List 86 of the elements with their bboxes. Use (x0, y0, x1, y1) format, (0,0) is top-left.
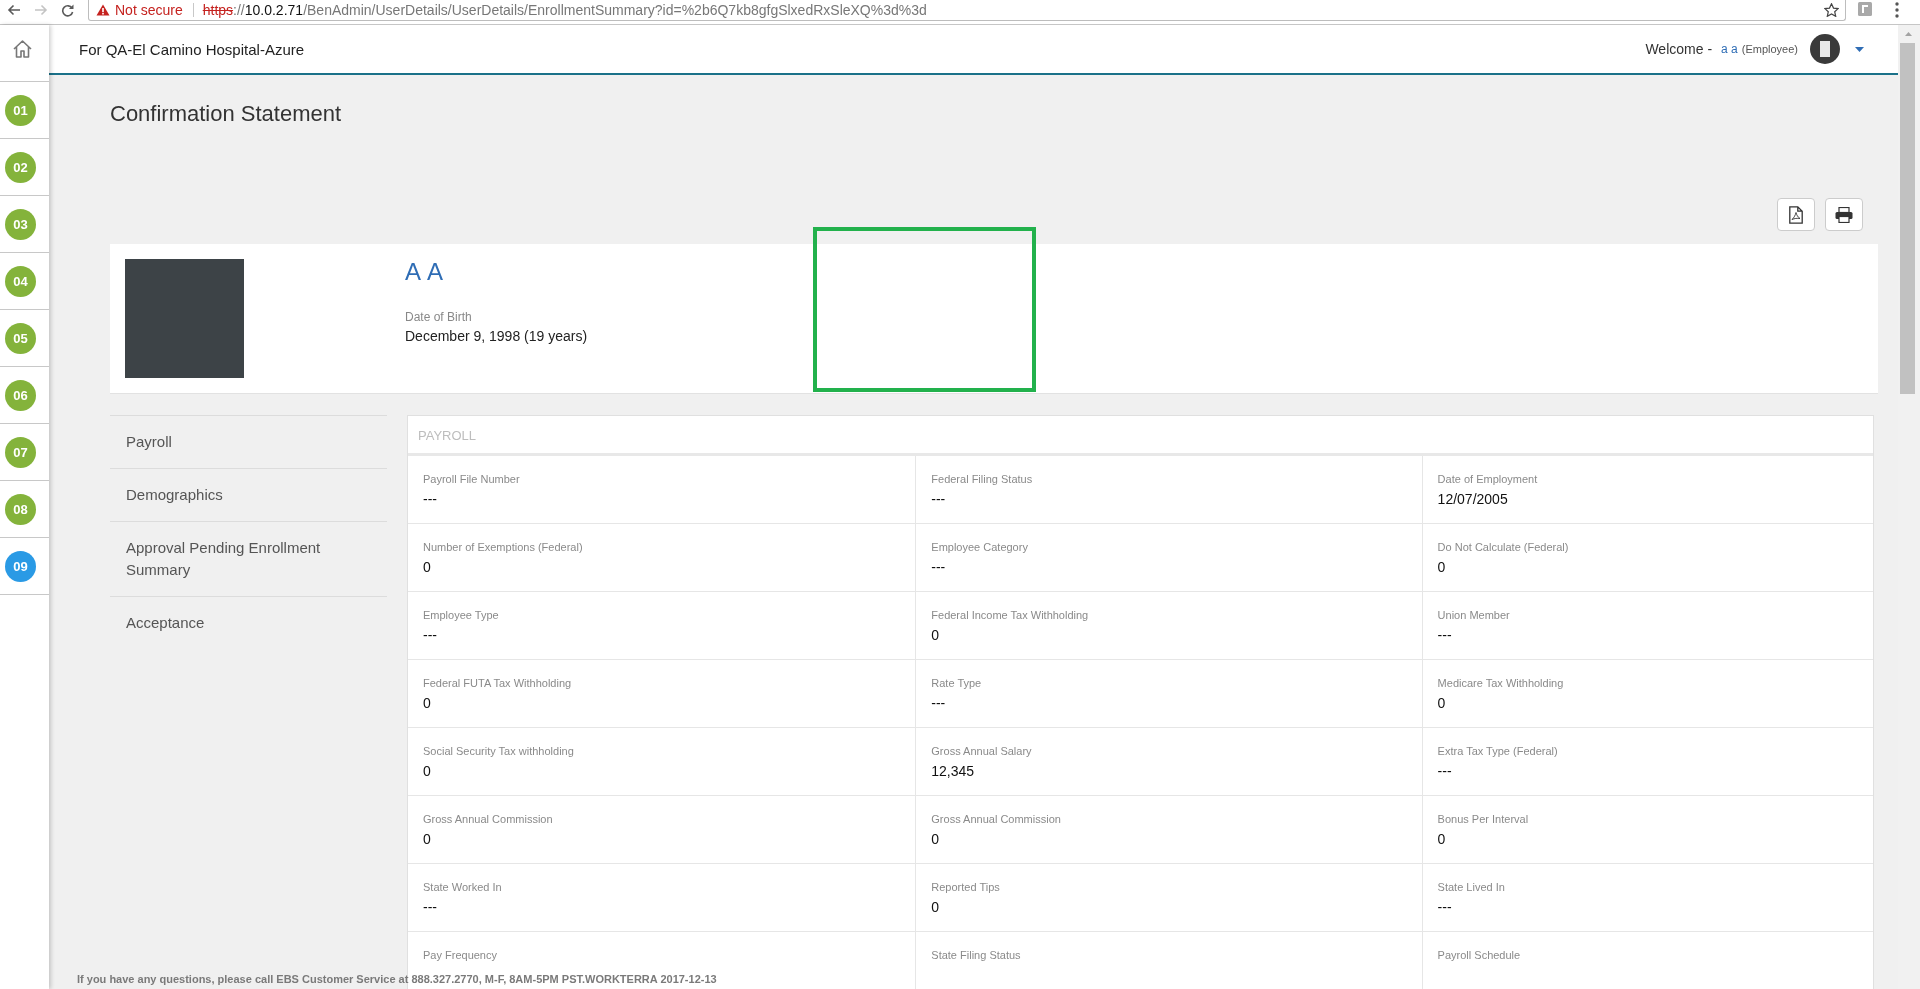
warning-icon (96, 4, 110, 16)
print-button[interactable] (1825, 198, 1863, 231)
field-value: 0 (423, 558, 432, 576)
field-label: State Lived In (1437, 880, 1506, 894)
field-value: 0 (1437, 830, 1447, 848)
step-button[interactable]: 05 (5, 322, 36, 354)
field-label: Gross Annual Commission (931, 812, 1062, 826)
field-label: Rate Type (931, 676, 983, 690)
scrollbar-thumb[interactable] (1900, 43, 1915, 394)
field-value: 0 (931, 898, 941, 916)
address-bar[interactable]: Not secure https://10.0.2.71/BenAdmin/UserDetails/UserDetails/EnrollmentSummary?id=%2b6Q7kb8gfgSlxedRxSleXQ%3d%3d (88, 0, 1846, 21)
field-label: State Filing Status (931, 948, 1022, 962)
date-of-birth-label: Date of Birth (405, 310, 473, 325)
field-value: --- (423, 626, 438, 644)
field-value: 0 (931, 626, 941, 644)
field-value: --- (931, 490, 947, 508)
pdf-file-icon (1789, 205, 1803, 224)
url-text[interactable]: https://10.0.2.71/BenAdmin/UserDetails/UserDetails/EnrollmentSummary?id=%2b6Q7kb8gfgSlxedRxSleXQ%3d%3d (202, 2, 927, 18)
step-button[interactable]: 06 (5, 379, 36, 411)
panel-title: PAYROLL (408, 416, 1873, 456)
section-nav-item[interactable]: Payroll (110, 416, 387, 469)
field-label: Do Not Calculate (Federal) (1437, 540, 1570, 554)
field-label: Bonus Per Interval (1437, 812, 1530, 826)
field-label: Federal FUTA Tax Withholding (423, 676, 573, 690)
field-label: Reported Tips (931, 880, 1001, 894)
field-label: State Worked In (423, 880, 503, 894)
field-value: 12/07/2005 (1437, 490, 1509, 508)
field-value: 0 (423, 830, 432, 848)
home-icon[interactable] (12, 40, 32, 58)
field-label: Employee Type (423, 608, 500, 622)
step-button[interactable]: 03 (5, 208, 36, 240)
field-value: 0 (1437, 694, 1447, 712)
field-value: 12,345 (931, 762, 976, 780)
field-value: --- (1437, 762, 1453, 780)
field-label: Union Member (1437, 608, 1511, 622)
organization-title: For QA-El Camino Hospital-Azure (79, 40, 305, 58)
field-value: --- (1437, 626, 1453, 644)
user-name-link[interactable]: a a (1721, 42, 1738, 56)
page-title: Confirmation Statement (110, 100, 343, 128)
field-value: --- (931, 558, 947, 576)
field-label: Extra Tax Type (Federal) (1437, 744, 1559, 758)
step-button[interactable]: 02 (5, 151, 36, 183)
date-of-birth-value: December 9, 1998 (19 years) (405, 327, 588, 345)
field-value: 0 (1437, 558, 1447, 576)
field-label: Medicare Tax Withholding (1437, 676, 1565, 690)
arrow-right-icon (33, 4, 48, 16)
employee-name: A A (405, 258, 446, 286)
field-label: Federal Income Tax Withholding (931, 608, 1090, 622)
step-button[interactable]: 01 (5, 94, 36, 126)
field-label: Number of Exemptions (Federal) (423, 540, 584, 554)
arrow-left-icon (6, 4, 21, 16)
field-value: --- (423, 898, 438, 916)
field-label: Payroll File Number (423, 472, 521, 486)
field-label: Payroll Schedule (1437, 948, 1522, 962)
security-indicator[interactable]: Not secure (96, 2, 183, 18)
section-nav-item[interactable]: Approval Pending Enrollment Summary (110, 522, 387, 597)
field-label: Date of Employment (1437, 472, 1539, 486)
scrollbar[interactable] (1898, 25, 1920, 989)
reload-icon (61, 3, 74, 17)
field-label: Federal Filing Status (931, 472, 1034, 486)
step-button[interactable]: 08 (5, 493, 36, 525)
field-value: --- (1437, 898, 1453, 916)
caret-icon[interactable] (1855, 46, 1864, 52)
step-button[interactable]: 09 (5, 550, 36, 582)
user-role-text: (Employee) (1741, 43, 1798, 55)
field-value: --- (931, 694, 947, 712)
field-label: Gross Annual Salary (931, 744, 1033, 758)
field-label: Employee Category (931, 540, 1029, 554)
field-label: Social Security Tax withholding (423, 744, 575, 758)
avatar-icon[interactable] (1810, 34, 1840, 64)
section-nav-item[interactable]: Acceptance (110, 597, 387, 649)
pdf-button[interactable] (1777, 198, 1815, 231)
field-label: Pay Frequency (423, 948, 498, 962)
step-button[interactable]: 07 (5, 436, 36, 468)
step-button[interactable]: 04 (5, 265, 36, 297)
field-value: 0 (423, 694, 432, 712)
printer-icon (1835, 206, 1853, 223)
welcome-text: Welcome - (1645, 41, 1713, 57)
kebab-menu-icon[interactable] (1895, 2, 1899, 18)
section-nav-item[interactable]: Demographics (110, 469, 387, 522)
field-value: 0 (931, 830, 941, 848)
star-icon[interactable] (1824, 3, 1839, 17)
field-value: 0 (423, 762, 432, 780)
field-label: Gross Annual Commission (423, 812, 554, 826)
footer-text: If you have any questions, please call EBS Customer Service at 888.327.2770, M-F, 8AM-5PM PST.WORKTERRA 2017-12-13 (77, 973, 717, 985)
field-value: --- (423, 490, 438, 508)
